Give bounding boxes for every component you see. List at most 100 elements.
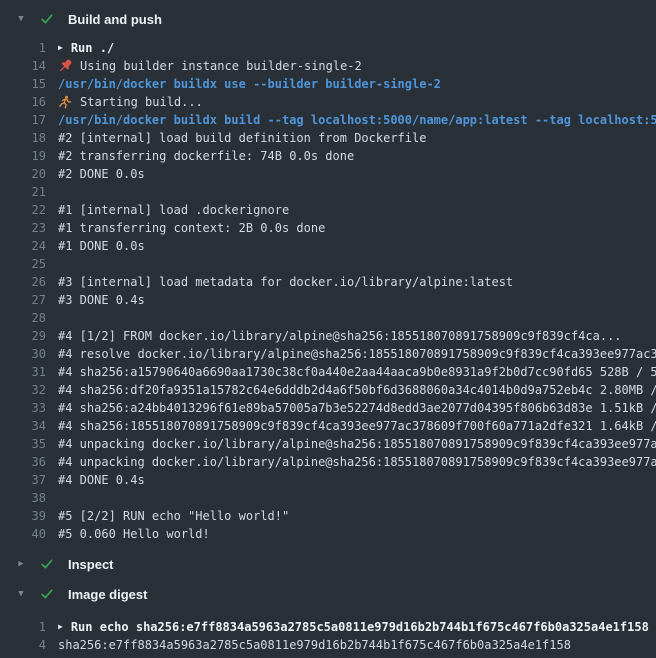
section-title: Inspect <box>68 557 114 572</box>
line-content: #1 [internal] load .dockerignore <box>58 203 289 217</box>
log-line: 19#2 transferring dockerfile: 74B 0.0s d… <box>0 147 656 165</box>
log-line: 22#1 [internal] load .dockerignore <box>0 201 656 219</box>
line-number[interactable]: 31 <box>0 365 58 379</box>
line-content: #2 transferring dockerfile: 74B 0.0s don… <box>58 149 354 163</box>
section-title: Build and push <box>68 12 162 27</box>
line-number[interactable]: 27 <box>0 293 58 307</box>
line-content: #2 [internal] load build definition from… <box>58 131 426 145</box>
line-text: #4 sha256:a15790640a6690aa1730c38cf0a440… <box>58 363 656 381</box>
section-header-inspect[interactable]: ▶ Inspect <box>0 549 656 579</box>
line-text: #1 [internal] load .dockerignore <box>58 201 656 219</box>
check-icon <box>40 12 54 26</box>
line-text: #4 unpacking docker.io/library/alpine@sh… <box>58 453 656 471</box>
line-number[interactable]: 36 <box>0 455 58 469</box>
log-line: 24#1 DONE 0.0s <box>0 237 656 255</box>
line-number[interactable]: 19 <box>0 149 58 163</box>
line-number[interactable]: 38 <box>0 491 58 505</box>
log-line: 14 Using builder instance builder-single-… <box>0 57 656 75</box>
line-number[interactable]: 21 <box>0 185 58 199</box>
chevron-down-icon[interactable]: ▼ <box>15 590 27 599</box>
line-text: #3 [internal] load metadata for docker.i… <box>58 273 656 291</box>
line-number[interactable]: 23 <box>0 221 58 235</box>
line-content: Run echo sha256:e7ff8834a5963a2785c5a081… <box>71 620 649 634</box>
line-text: #4 sha256:185518070891758909c9f839cf4ca3… <box>58 417 656 435</box>
line-number[interactable]: 30 <box>0 347 58 361</box>
section-header-image-digest[interactable]: ▼Image digest <box>0 579 656 609</box>
line-text: #4 DONE 0.4s <box>58 471 656 489</box>
line-number[interactable]: 26 <box>0 275 58 289</box>
log-line: 1▶ Run ./ <box>0 39 656 57</box>
line-content: #4 resolve docker.io/library/alpine@sha2… <box>58 347 656 361</box>
log-line: 39#5 [2/2] RUN echo "Hello world!" <box>0 507 656 525</box>
line-number[interactable]: 33 <box>0 401 58 415</box>
chevron-down-icon[interactable]: ▼ <box>15 15 27 24</box>
line-number[interactable]: 37 <box>0 473 58 487</box>
line-text: #2 DONE 0.0s <box>58 165 656 183</box>
line-text: #4 resolve docker.io/library/alpine@sha2… <box>58 345 656 363</box>
line-content: #3 DONE 0.4s <box>58 293 145 307</box>
line-content: /usr/bin/docker buildx use --builder bui… <box>58 77 441 91</box>
log-line: 20#2 DONE 0.0s <box>0 165 656 183</box>
line-content: Using builder instance builder-single-2 <box>80 59 362 73</box>
log-line: 21 <box>0 183 656 201</box>
section-body-image-digest: 1▶ Run echo sha256:e7ff8834a5963a2785c5a0… <box>0 609 656 658</box>
line-number[interactable]: 32 <box>0 383 58 397</box>
line-number[interactable]: 29 <box>0 329 58 343</box>
line-content: #3 [internal] load metadata for docker.i… <box>58 275 513 289</box>
log-line: 17/usr/bin/docker buildx build --tag loc… <box>0 111 656 129</box>
line-content: #5 0.060 Hello world! <box>58 527 210 541</box>
line-number[interactable]: 34 <box>0 419 58 433</box>
log-line: 18#2 [internal] load build definition fr… <box>0 129 656 147</box>
log-section-build-and-push: ▼ Build and push 1▶ Run ./ 14 Using builder i… <box>0 4 656 549</box>
log-line: 16 Starting build... <box>0 93 656 111</box>
line-content: #4 unpacking docker.io/library/alpine@sh… <box>58 437 656 451</box>
line-text <box>58 489 656 507</box>
line-content: #2 DONE 0.0s <box>58 167 145 181</box>
line-text <box>58 255 656 273</box>
line-text <box>58 183 656 201</box>
line-number[interactable]: 24 <box>0 239 58 253</box>
section-body-build-and-push: 1▶ Run ./ 14 Using builder instance builder… <box>0 34 656 549</box>
log-line: 32#4 sha256:df20fa9351a15782c64e6dddb2d4… <box>0 381 656 399</box>
line-number[interactable]: 17 <box>0 113 58 127</box>
line-content: /usr/bin/docker buildx build --tag local… <box>58 113 656 127</box>
log-section-inspect: ▶ Inspect <box>0 549 656 579</box>
play-arrow-icon[interactable]: ▶ <box>58 44 63 52</box>
log-line: 38 <box>0 489 656 507</box>
line-number[interactable]: 28 <box>0 311 58 325</box>
line-text: #5 [2/2] RUN echo "Hello world!" <box>58 507 656 525</box>
play-arrow-icon[interactable]: ▶ <box>58 623 63 631</box>
line-number[interactable]: 25 <box>0 257 58 271</box>
log-line: 36#4 unpacking docker.io/library/alpine@… <box>0 453 656 471</box>
line-number[interactable]: 4 <box>0 638 58 652</box>
line-content: #5 [2/2] RUN echo "Hello world!" <box>58 509 289 523</box>
log-line: 26#3 [internal] load metadata for docker… <box>0 273 656 291</box>
chevron-right-icon[interactable]: ▶ <box>15 560 27 569</box>
line-text: #1 transferring context: 2B 0.0s done <box>58 219 656 237</box>
line-number[interactable]: 18 <box>0 131 58 145</box>
line-content: #4 unpacking docker.io/library/alpine@sh… <box>58 455 656 469</box>
line-content: Run ./ <box>71 41 114 55</box>
workflow-log: ▼Build and push1▶Run ./14Using builder i… <box>0 0 656 658</box>
log-line: 35#4 unpacking docker.io/library/alpine@… <box>0 435 656 453</box>
line-number[interactable]: 35 <box>0 437 58 451</box>
line-number[interactable]: 1 <box>0 620 58 634</box>
line-number[interactable]: 20 <box>0 167 58 181</box>
line-text <box>58 309 656 327</box>
log-line: 30#4 resolve docker.io/library/alpine@sh… <box>0 345 656 363</box>
log-line: 34#4 sha256:185518070891758909c9f839cf4c… <box>0 417 656 435</box>
log-line: 25 <box>0 255 656 273</box>
line-text: #4 sha256:df20fa9351a15782c64e6dddb2d4a6… <box>58 381 656 399</box>
line-number[interactable]: 15 <box>0 77 58 91</box>
line-text: /usr/bin/docker buildx build --tag local… <box>58 111 656 129</box>
log-line: 1▶ Run echo sha256:e7ff8834a5963a2785c5a0… <box>0 618 656 636</box>
line-number[interactable]: 1 <box>0 41 58 55</box>
line-number[interactable]: 22 <box>0 203 58 217</box>
line-text: Using builder instance builder-single-2 <box>58 57 656 75</box>
line-number[interactable]: 39 <box>0 509 58 523</box>
line-number[interactable]: 40 <box>0 527 58 541</box>
line-content: Starting build... <box>80 95 203 109</box>
line-number[interactable]: 16 <box>0 95 58 109</box>
line-number[interactable]: 14 <box>0 59 58 73</box>
section-header-build-and-push[interactable]: ▼ Build and push <box>0 4 656 34</box>
